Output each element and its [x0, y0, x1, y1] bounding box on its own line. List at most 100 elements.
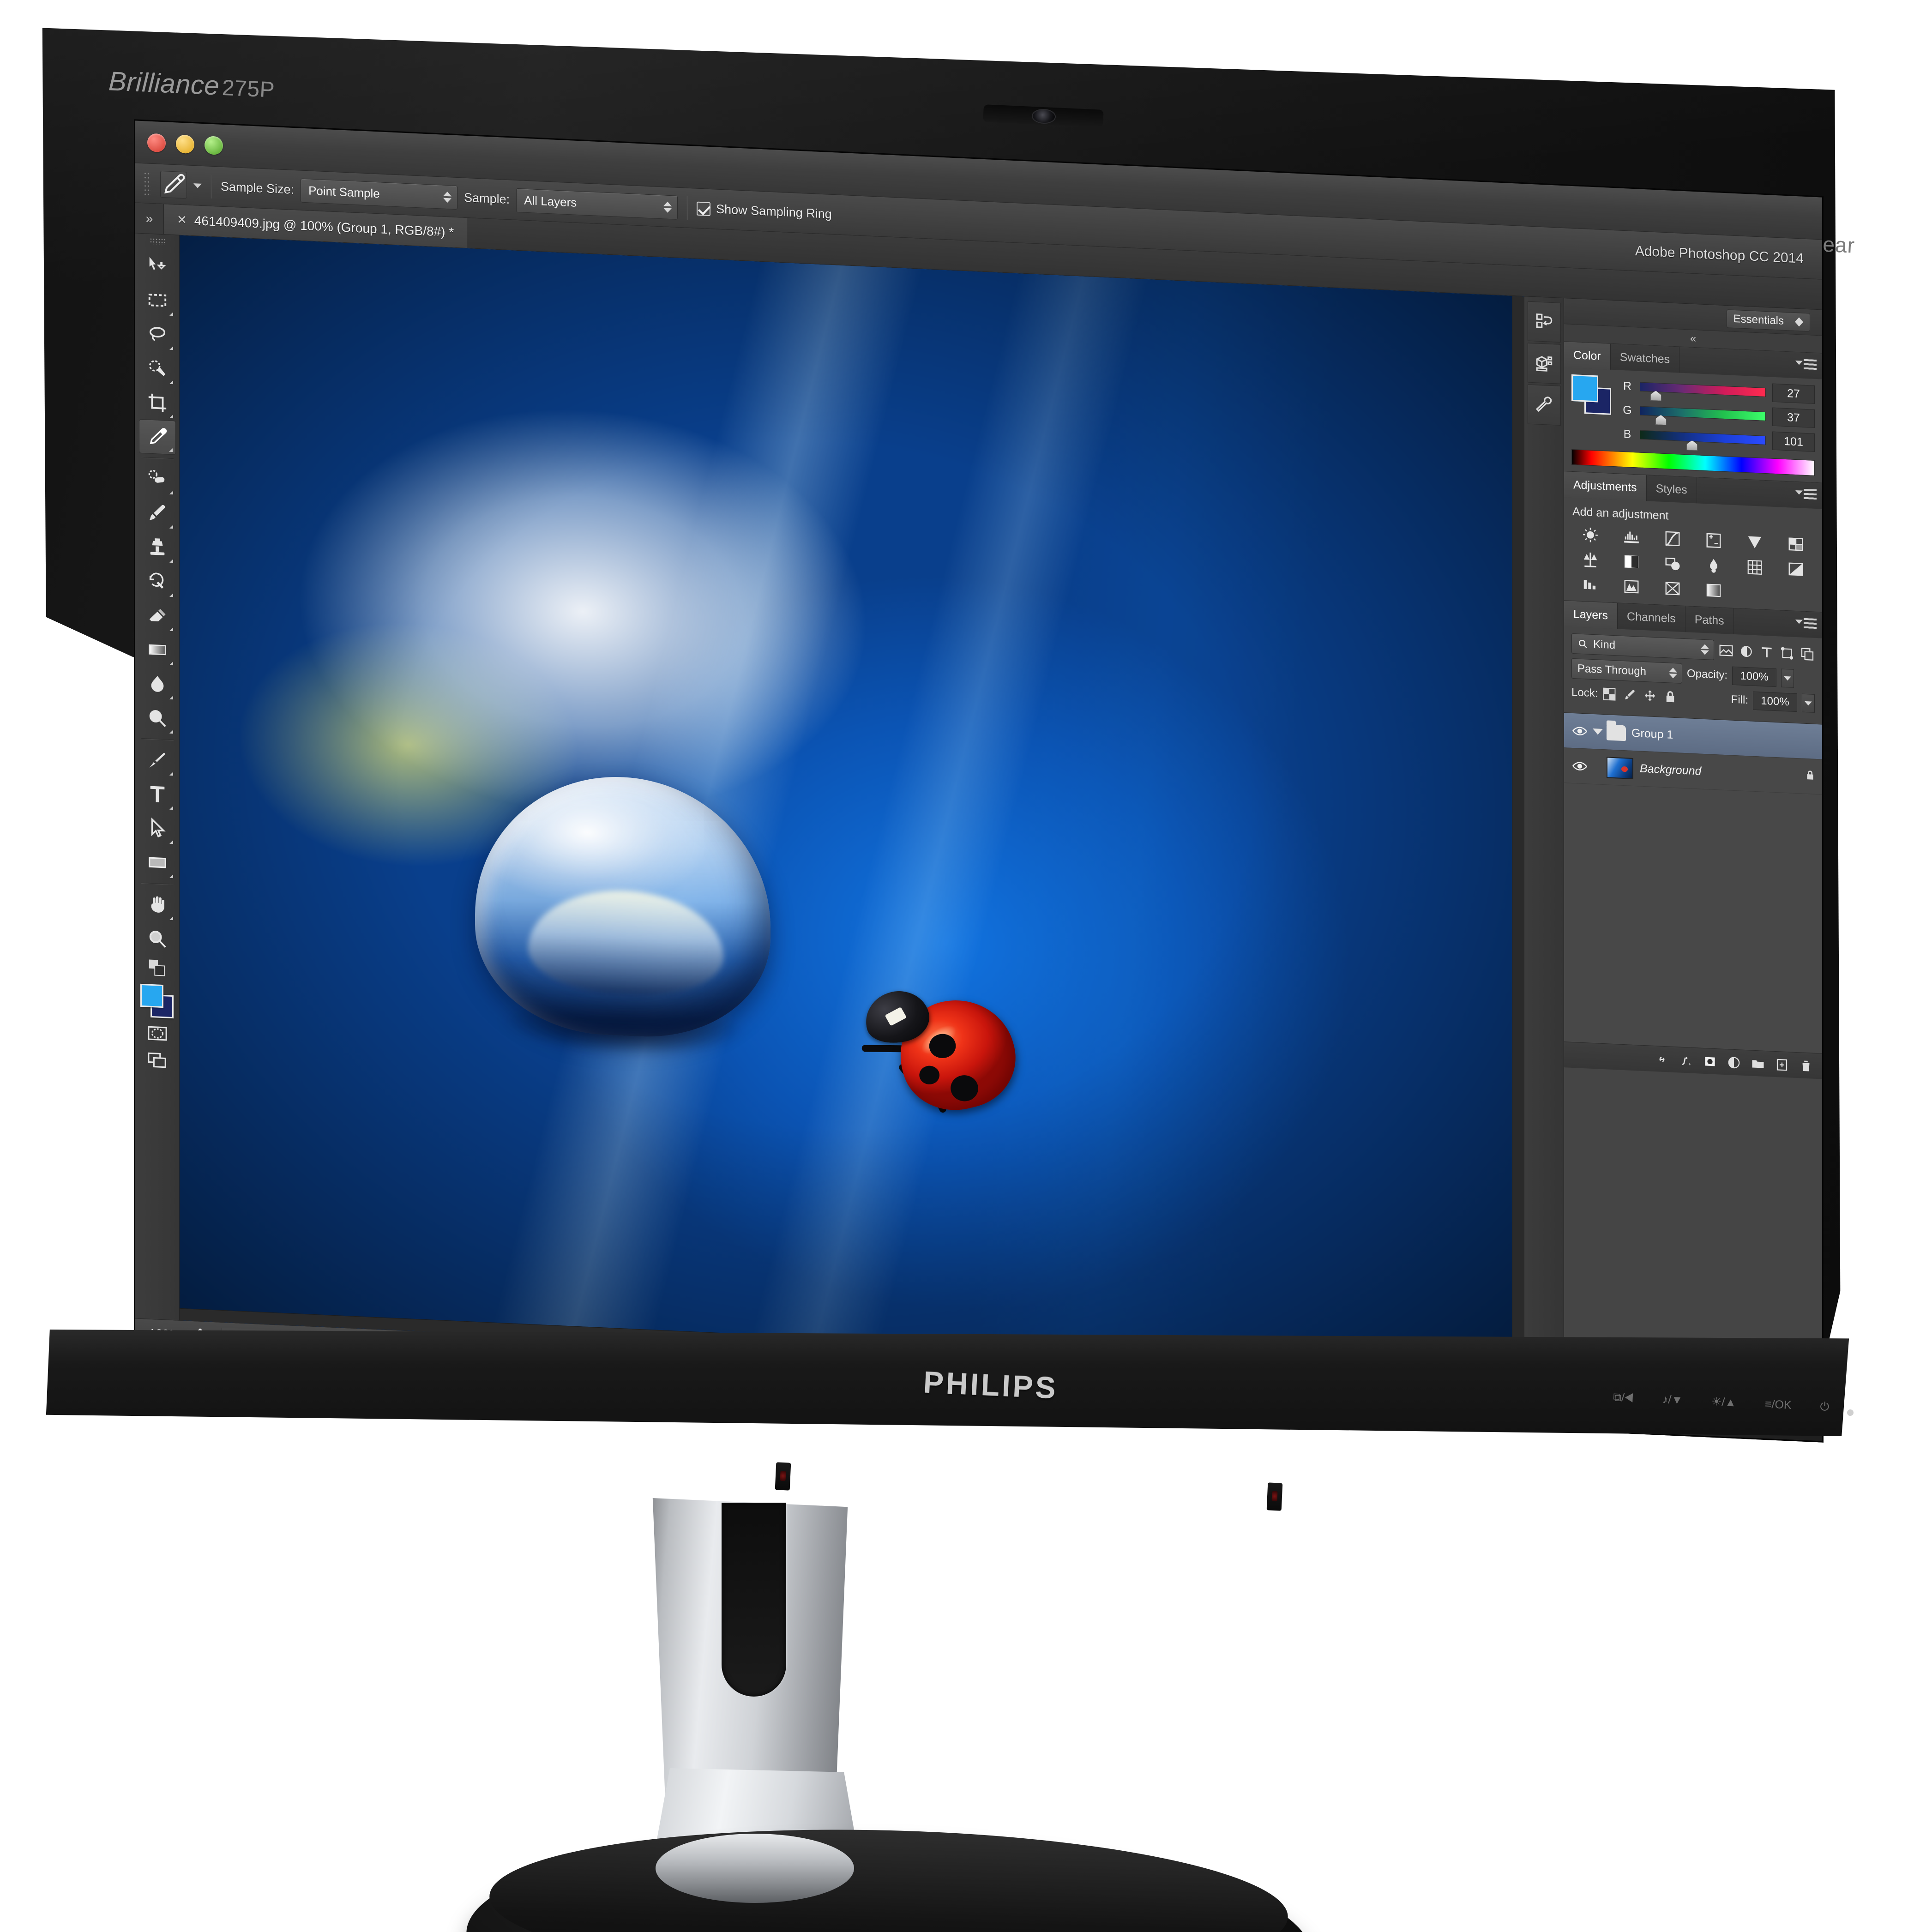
exposure-icon[interactable]	[1695, 530, 1732, 552]
crop-tool[interactable]	[139, 385, 176, 421]
canvas-area[interactable]	[180, 235, 1524, 1382]
vibrance-icon[interactable]	[1736, 531, 1774, 554]
tab-paths[interactable]: Paths	[1685, 606, 1734, 634]
expand-panels-chevron-icon[interactable]: »	[135, 203, 164, 235]
color-balance-icon[interactable]	[1571, 549, 1609, 571]
hue-saturation-icon[interactable]	[1777, 533, 1815, 555]
rectangle-tool[interactable]	[139, 845, 176, 881]
brush-tool[interactable]	[139, 495, 176, 531]
history-panel-icon[interactable]	[1527, 301, 1561, 343]
channel-thumb-g[interactable]	[1655, 415, 1667, 425]
new-group-icon[interactable]	[1751, 1056, 1765, 1071]
layers-panel-menu-icon[interactable]	[1804, 618, 1817, 631]
move-tool[interactable]	[139, 248, 176, 284]
workspace-stepper-icon[interactable]	[1795, 317, 1803, 327]
zoom-tool[interactable]	[139, 921, 176, 957]
color-panel-swatches[interactable]	[1571, 374, 1614, 415]
group-expand-triangle-icon[interactable]	[1593, 728, 1603, 735]
invert-icon[interactable]	[1777, 558, 1815, 580]
new-adjustment-layer-icon[interactable]	[1727, 1055, 1741, 1070]
osd-volume-down-button[interactable]: ♪/▼	[1662, 1393, 1683, 1407]
hand-tool[interactable]	[139, 887, 176, 923]
eraser-tool[interactable]	[139, 598, 176, 634]
tab-color[interactable]: Color	[1564, 342, 1611, 370]
color-lookup-icon[interactable]	[1736, 556, 1774, 578]
tab-layers[interactable]: Layers	[1564, 601, 1618, 629]
channel-slider-r[interactable]	[1640, 382, 1766, 397]
curves-icon[interactable]	[1654, 528, 1691, 550]
pen-tool[interactable]	[139, 742, 176, 778]
foreground-background-color-swatches[interactable]	[139, 983, 175, 1021]
layer-filter-stepper-icon[interactable]	[1701, 644, 1709, 655]
channel-slider-g[interactable]	[1640, 406, 1766, 421]
layer-filter-kind-select[interactable]: Kind	[1571, 633, 1714, 660]
tab-adjustments[interactable]: Adjustments	[1564, 471, 1647, 501]
rectangular-marquee-tool[interactable]	[139, 283, 176, 319]
new-layer-icon[interactable]	[1775, 1057, 1789, 1071]
tools-panel-icon[interactable]	[1527, 384, 1561, 426]
show-sampling-ring-checkbox[interactable]: Show Sampling Ring	[697, 201, 832, 222]
sample-stepper-icon[interactable]	[663, 201, 672, 213]
sample-size-stepper-icon[interactable]	[443, 191, 452, 203]
properties-panel-icon[interactable]	[1527, 343, 1561, 384]
link-layers-icon[interactable]	[1655, 1052, 1669, 1066]
layer-visibility-eye-icon[interactable]	[1567, 724, 1593, 738]
workspace-selector[interactable]: Essentials	[1726, 309, 1810, 331]
layer-name-background[interactable]: Background	[1640, 762, 1701, 778]
channel-mixer-icon[interactable]	[1695, 554, 1732, 577]
lock-position-icon[interactable]	[1643, 689, 1657, 703]
zoom-window-button[interactable]	[205, 136, 223, 155]
blend-mode-stepper-icon[interactable]	[1669, 667, 1677, 679]
osd-brightness-up-button[interactable]: ☀/▲	[1711, 1395, 1737, 1409]
levels-icon[interactable]	[1613, 526, 1650, 548]
gradient-map-icon[interactable]	[1695, 579, 1732, 602]
blend-mode-select[interactable]: Pass Through	[1571, 658, 1682, 684]
minimize-window-button[interactable]	[176, 134, 194, 154]
window-controls[interactable]	[147, 133, 223, 155]
spot-healing-brush-tool[interactable]	[139, 461, 176, 497]
path-selection-tool[interactable]	[139, 811, 176, 847]
close-document-icon[interactable]: ✕	[177, 212, 187, 227]
toolbox-grip[interactable]	[149, 237, 165, 245]
lasso-tool[interactable]	[139, 317, 176, 353]
type-tool[interactable]	[139, 776, 176, 813]
black-white-icon[interactable]	[1613, 551, 1650, 573]
eyedropper-tool-icon[interactable]	[160, 170, 187, 199]
channel-thumb-r[interactable]	[1650, 391, 1661, 401]
blur-tool[interactable]	[139, 666, 176, 702]
channel-slider-b[interactable]	[1640, 430, 1766, 445]
fill-chevron-down-icon[interactable]	[1802, 693, 1815, 713]
photo-filter-icon[interactable]	[1654, 553, 1691, 575]
threshold-icon[interactable]	[1613, 576, 1650, 598]
layer-visibility-eye-icon[interactable]	[1567, 759, 1593, 773]
options-bar-grip[interactable]	[144, 171, 151, 196]
lock-all-icon[interactable]	[1663, 690, 1677, 704]
screen-mode-icon[interactable]	[139, 1047, 176, 1075]
eyedropper-tool[interactable]	[138, 419, 176, 455]
history-brush-tool[interactable]	[139, 564, 176, 600]
sample-size-select[interactable]: Point Sample	[301, 178, 458, 210]
osd-menu-ok-button[interactable]: ≡/OK	[1765, 1397, 1792, 1412]
brightness-contrast-icon[interactable]	[1571, 524, 1609, 546]
color-panel-foreground-swatch[interactable]	[1571, 374, 1598, 403]
gradient-tool[interactable]	[139, 632, 176, 668]
tab-styles[interactable]: Styles	[1646, 475, 1697, 504]
quick-selection-tool[interactable]	[139, 351, 176, 387]
tab-channels[interactable]: Channels	[1618, 603, 1685, 632]
opacity-chevron-down-icon[interactable]	[1781, 668, 1794, 688]
delete-layer-icon[interactable]	[1799, 1059, 1813, 1073]
channel-value-r[interactable]: 27	[1772, 383, 1815, 404]
opacity-value[interactable]: 100%	[1732, 666, 1777, 687]
quick-mask-toggle-icon[interactable]	[139, 1019, 176, 1048]
channel-value-g[interactable]: 37	[1772, 407, 1815, 428]
layer-name-group-1[interactable]: Group 1	[1631, 727, 1673, 742]
lock-image-pixels-icon[interactable]	[1623, 688, 1637, 702]
dodge-tool[interactable]	[139, 700, 176, 736]
clone-stamp-tool[interactable]	[139, 530, 176, 566]
posterize-icon[interactable]	[1571, 574, 1609, 596]
fill-value[interactable]: 100%	[1753, 691, 1797, 712]
lock-transparent-pixels-icon[interactable]	[1602, 687, 1616, 701]
foreground-color-swatch[interactable]	[140, 983, 163, 1008]
canvas-vertical-scrollbar[interactable]	[1512, 296, 1524, 1382]
close-window-button[interactable]	[147, 133, 166, 153]
